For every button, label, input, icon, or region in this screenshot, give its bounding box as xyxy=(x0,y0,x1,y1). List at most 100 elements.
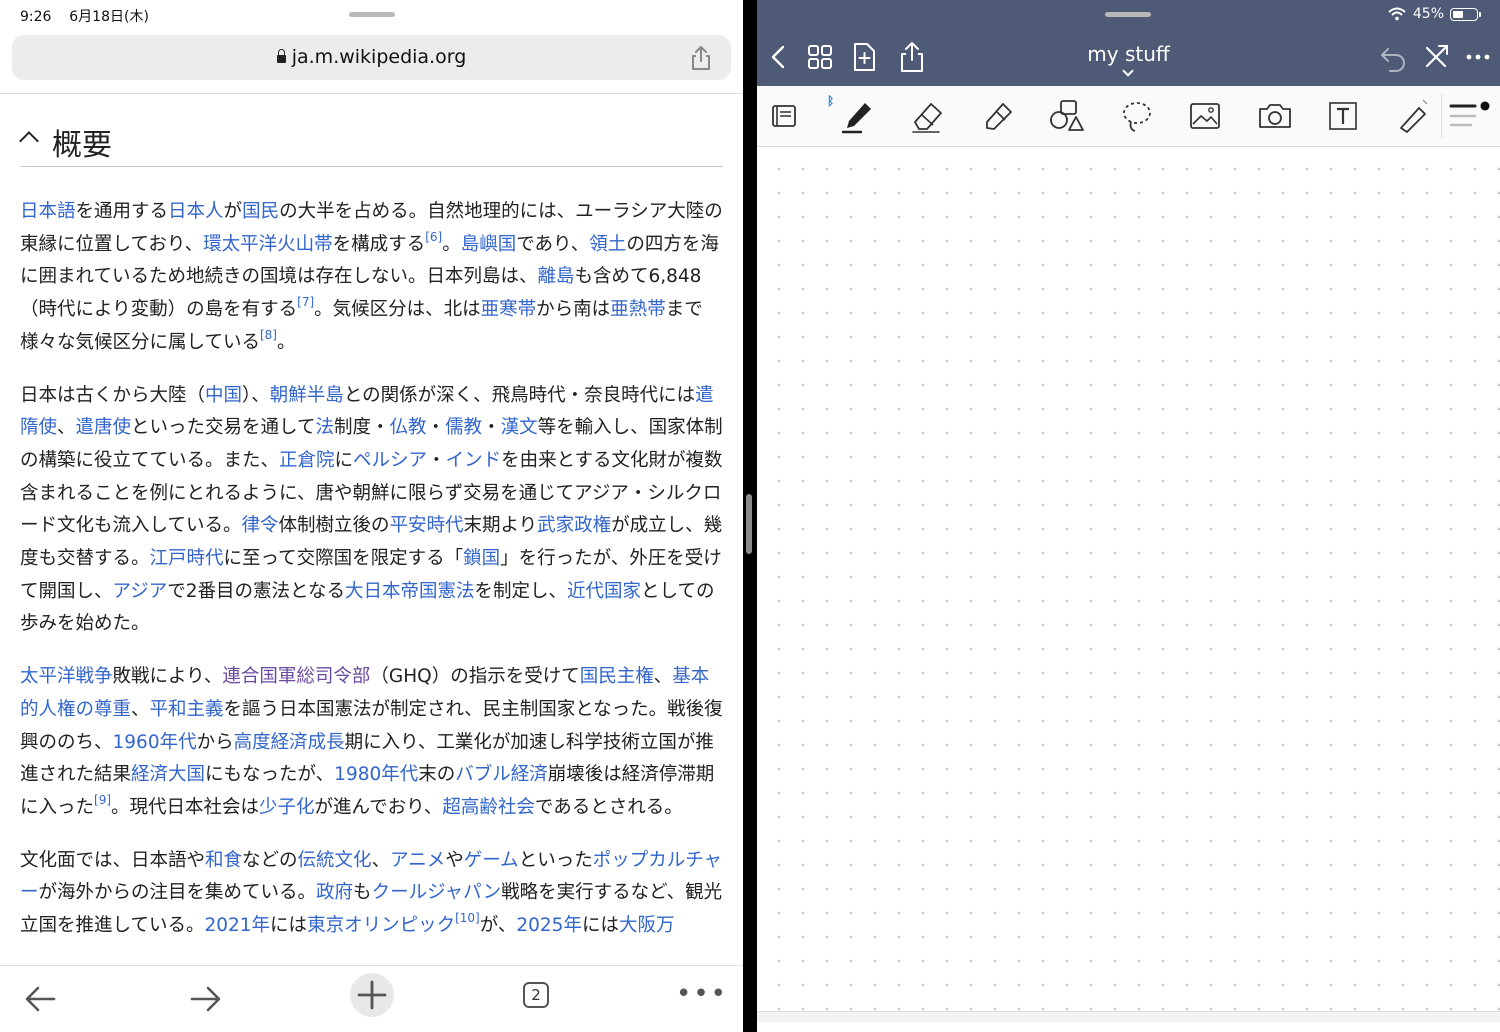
citation-link[interactable]: [10] xyxy=(455,911,480,925)
page-edge xyxy=(757,1011,1500,1022)
more-icon[interactable] xyxy=(1461,40,1495,74)
wiki-link[interactable]: 超高齢社会 xyxy=(442,797,535,818)
wiki-link[interactable]: 少子化 xyxy=(259,797,315,818)
citation-link[interactable]: [7] xyxy=(297,295,314,309)
wiki-link[interactable]: 遣唐使 xyxy=(76,417,132,438)
wiki-link[interactable]: 1980年代 xyxy=(334,764,418,785)
multitasking-handle[interactable] xyxy=(349,12,395,17)
wiki-link[interactable]: インド xyxy=(446,450,502,471)
image-icon[interactable] xyxy=(1183,94,1227,138)
wiki-link[interactable]: 律令 xyxy=(241,515,278,536)
wiki-link[interactable]: ゲーム xyxy=(464,850,519,871)
plus-icon xyxy=(357,980,387,1010)
split-view-divider[interactable] xyxy=(746,494,752,554)
wiki-link[interactable]: ペルシア xyxy=(353,450,427,471)
laser-pointer-icon[interactable] xyxy=(1389,94,1433,138)
wiki-link[interactable]: クールジャパン xyxy=(372,882,502,903)
wiki-link[interactable]: 連合国軍総司令部 xyxy=(222,666,370,687)
article-text: ・ xyxy=(482,417,501,439)
shapes-icon[interactable] xyxy=(1045,94,1089,138)
wiki-link[interactable]: 1960年代 xyxy=(113,732,197,753)
wiki-link[interactable]: 亜寒帯 xyxy=(481,299,537,320)
citation-link[interactable]: [9] xyxy=(94,793,111,807)
article-text: といった xyxy=(518,849,593,871)
wiki-link[interactable]: 日本語 xyxy=(20,201,76,222)
wiki-link[interactable]: 亜熱帯 xyxy=(610,299,666,320)
url-display[interactable]: ja.m.wikipedia.org xyxy=(12,46,731,68)
wiki-link[interactable]: 仏教 xyxy=(390,417,427,438)
article-text: で2番目の憲法となる xyxy=(167,580,345,602)
wiki-link[interactable]: 離島 xyxy=(537,266,574,287)
chevron-up-icon[interactable] xyxy=(19,131,39,151)
wiki-link[interactable]: 2021年 xyxy=(204,915,270,936)
document-view-icon[interactable] xyxy=(763,94,807,138)
article-text: を制定し、 xyxy=(474,580,568,602)
wiki-link[interactable]: 大阪万 xyxy=(619,915,675,936)
wiki-link[interactable]: 経済大国 xyxy=(131,764,205,785)
multitasking-handle[interactable] xyxy=(1105,12,1151,17)
forward-arrow-icon[interactable] xyxy=(182,976,228,1022)
more-icon[interactable]: ••• xyxy=(676,981,728,1007)
new-tab-button[interactable] xyxy=(350,973,394,1017)
highlighter-icon[interactable] xyxy=(975,94,1019,138)
wiki-link[interactable]: 平安時代 xyxy=(389,515,463,536)
wiki-link[interactable]: アジア xyxy=(113,581,168,602)
undo-icon[interactable] xyxy=(1376,40,1410,74)
wiki-link[interactable]: アニメ xyxy=(390,850,445,871)
section-header-collapsible[interactable]: 概要 xyxy=(19,120,723,167)
wiki-link[interactable]: 江戸時代 xyxy=(150,548,224,569)
share-icon[interactable] xyxy=(689,45,713,71)
article-text: から南は xyxy=(536,299,611,321)
wiki-link[interactable]: バブル経済 xyxy=(455,764,548,785)
chevron-down-icon[interactable] xyxy=(1122,65,1134,77)
wiki-link[interactable]: 正倉院 xyxy=(279,450,335,471)
eraser-icon[interactable] xyxy=(905,94,949,138)
pen-size-icon[interactable] xyxy=(1447,94,1491,138)
drawing-toolbar: ᛒ xyxy=(757,86,1500,147)
wiki-link[interactable]: 鎖国 xyxy=(463,548,500,569)
wiki-link[interactable]: 2025年 xyxy=(516,915,582,936)
wiki-link[interactable]: 平和主義 xyxy=(150,699,224,720)
wiki-link[interactable]: 島嶼国 xyxy=(461,234,517,255)
note-canvas-dot-grid[interactable] xyxy=(757,147,1500,1022)
wiki-link[interactable]: 和食 xyxy=(205,850,242,871)
wiki-link[interactable]: 中国 xyxy=(205,385,242,406)
wiki-link[interactable]: 領土 xyxy=(589,234,626,255)
wiki-link[interactable]: 高度経済成長 xyxy=(234,732,345,753)
wiki-link[interactable]: 伝統文化 xyxy=(298,850,372,871)
wiki-link[interactable]: 日本人 xyxy=(168,201,224,222)
article-text: 、 xyxy=(57,417,76,439)
wiki-link[interactable]: 大日本帝国憲法 xyxy=(345,581,475,602)
wiki-link[interactable]: 環太平洋火山帯 xyxy=(203,234,333,255)
wiki-link[interactable]: 太平洋戦争 xyxy=(20,666,113,687)
article-text: であるとされる。 xyxy=(534,796,683,818)
address-bar[interactable]: ja.m.wikipedia.org xyxy=(12,35,731,80)
wiki-link[interactable]: 朝鮮半島 xyxy=(270,385,344,406)
close-icon[interactable] xyxy=(1419,40,1453,74)
status-battery: 45% xyxy=(1387,6,1481,22)
citation-link[interactable]: [8] xyxy=(260,328,277,342)
article-text: 制度・ xyxy=(334,417,390,439)
wiki-link[interactable]: 国民 xyxy=(242,201,279,222)
wiki-link[interactable]: 国民主権 xyxy=(580,666,654,687)
back-arrow-icon[interactable] xyxy=(18,976,64,1022)
article-paragraph: 日本語を通用する日本人が国民の大半を占める。自然地理的には、ユーラシア大陸の東縁… xyxy=(20,196,726,360)
article-text: 敗戦により、 xyxy=(112,666,223,688)
citation-link[interactable]: [6] xyxy=(425,230,442,244)
article-paragraph: 日本は古くから大陸（中国）、朝鮮半島との関係が深く、飛鳥時代・奈良時代には遣隋使… xyxy=(20,380,726,642)
wiki-link[interactable]: 武家政権 xyxy=(537,515,611,536)
tabs-button[interactable]: 2 xyxy=(523,982,549,1008)
pen-icon[interactable] xyxy=(835,94,879,138)
text-box-icon[interactable] xyxy=(1321,94,1365,138)
wiki-link[interactable]: 東京オリンピック xyxy=(307,915,455,936)
toolbar-divider xyxy=(1441,94,1442,138)
wiki-link[interactable]: 漢文 xyxy=(501,417,538,438)
wiki-link[interactable]: 法 xyxy=(316,417,335,438)
wiki-link[interactable]: 儒教 xyxy=(445,417,482,438)
wiki-link[interactable]: 政府 xyxy=(316,882,353,903)
lasso-icon[interactable] xyxy=(1115,94,1159,138)
article-text: 。気候区分は、北は xyxy=(314,299,481,321)
article-text: （GHQ）の指示を受けて xyxy=(370,666,580,688)
camera-icon[interactable] xyxy=(1253,94,1297,138)
wiki-link[interactable]: 近代国家 xyxy=(567,581,641,602)
